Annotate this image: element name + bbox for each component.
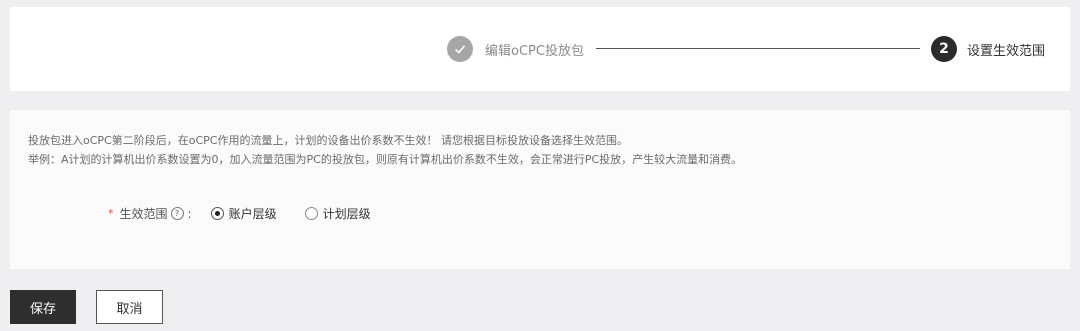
cancel-button[interactable]: 取消 [96,290,163,324]
radio-account-level[interactable]: 账户层级 [210,205,277,222]
step-1-label: 编辑oCPC投放包 [485,43,584,59]
step-set-scope: 2 设置生效范围 [931,36,1045,62]
check-icon [454,45,466,54]
step-done-indicator [447,36,473,62]
radio-account-level-label[interactable]: 账户层级 [229,205,277,222]
form-panel: 投放包进入oCPC第二阶段后，在oCPC作用的流量上，计划的设备出价系数不生效！… [10,110,1070,269]
scope-field: * 生效范围 ? : 账户层级 计划层级 [108,205,371,222]
notice-line-1: 投放包进入oCPC第二阶段后，在oCPC作用的流量上，计划的设备出价系数不生效！… [28,134,628,147]
step-number-badge: 2 [931,36,957,62]
radio-plan-level[interactable]: 计划层级 [304,205,371,222]
step-connector-line [596,48,920,49]
radio-unchecked-icon[interactable] [304,207,318,220]
notice-text: 投放包进入oCPC第二阶段后，在oCPC作用的流量上，计划的设备出价系数不生效！… [28,131,742,169]
step-edit-ocpc: 编辑oCPC投放包 [447,36,584,62]
label-colon: : [187,206,192,221]
step-2-label: 设置生效范围 [967,43,1046,59]
steps-panel: 编辑oCPC投放包 2 设置生效范围 [10,7,1070,91]
question-circle-icon[interactable]: ? [170,207,184,220]
radio-plan-level-label[interactable]: 计划层级 [323,205,371,222]
required-mark: * [108,207,114,220]
radio-dot [214,211,220,216]
radio-checked-icon[interactable] [210,207,224,220]
notice-line-2: 举例：A计划的计算机出价系数设置为0，加入流量范围为PC的投放包，则原有计算机出… [28,153,743,166]
save-button[interactable]: 保存 [10,290,76,324]
scope-label: 生效范围 [119,207,168,221]
